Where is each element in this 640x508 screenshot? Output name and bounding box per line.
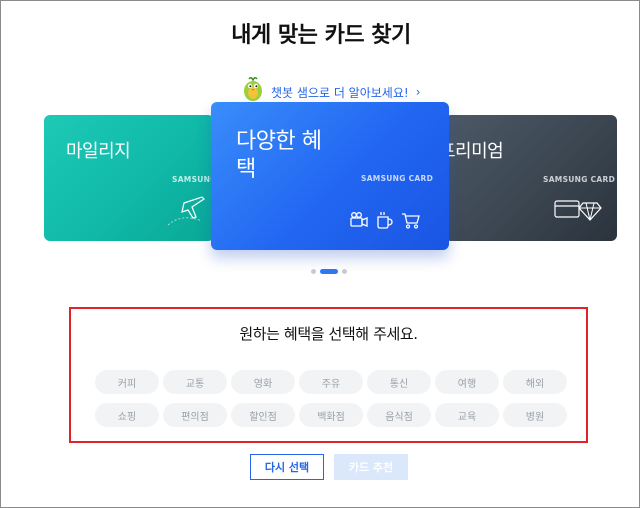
chatbot-mascot-icon: [244, 76, 262, 101]
carousel-indicator: [311, 269, 347, 274]
benefit-chip-discount-store[interactable]: 할인점: [231, 403, 295, 427]
movie-camera-icon: [350, 212, 368, 227]
card-name: 다양한 혜택: [236, 129, 322, 182]
recommend-card-button[interactable]: 카드 추천: [334, 454, 408, 480]
benefit-chip-telecom[interactable]: 통신: [367, 370, 431, 394]
benefit-chip-hospital[interactable]: 병원: [503, 403, 567, 427]
benefit-chip-travel[interactable]: 여행: [435, 370, 499, 394]
coffee-cup-icon: [377, 212, 393, 229]
benefit-chip-overseas[interactable]: 해외: [503, 370, 567, 394]
carousel-dot-active[interactable]: [320, 269, 338, 274]
chatbot-link-label: 챗봇 샘으로 더 알아보세요!: [271, 85, 409, 100]
carousel-dot[interactable]: [342, 269, 347, 274]
benefit-chip-transport[interactable]: 교통: [163, 370, 227, 394]
benefit-select-title: 원하는 혜택을 선택해 주세요.: [239, 325, 418, 343]
card-premium[interactable]: 프리미엄 SAMSUNG CARD: [445, 115, 617, 241]
card-diamond-icon: [554, 200, 602, 221]
card-name: 프리미엄: [445, 141, 504, 162]
chevron-right-icon: ›: [415, 85, 421, 99]
benefit-chip-movie[interactable]: 영화: [231, 370, 295, 394]
card-brand: SAMSUNG CARD: [361, 174, 434, 183]
benefit-chip-education[interactable]: 교육: [435, 403, 499, 427]
benefit-select-panel: 원하는 혜택을 선택해 주세요. 커피 교통 영화 주유 통신 여행 해외 쇼핑…: [69, 307, 588, 443]
benefit-chip-shopping[interactable]: 쇼핑: [95, 403, 159, 427]
shopping-cart-icon: [402, 213, 420, 229]
card-brand: SAMSUNG CARD: [543, 175, 616, 184]
carousel-dot[interactable]: [311, 269, 316, 274]
card-mileage[interactable]: 마일리지 SAMSUNG C: [44, 115, 214, 241]
page-title: 내게 맞는 카드 찾기: [231, 23, 411, 48]
benefit-chip-restaurant[interactable]: 음식점: [367, 403, 431, 427]
benefit-chip-coffee[interactable]: 커피: [95, 370, 159, 394]
benefit-chip-convenience-store[interactable]: 편의점: [163, 403, 227, 427]
benefit-chip-fuel[interactable]: 주유: [299, 370, 363, 394]
reset-button[interactable]: 다시 선택: [250, 454, 324, 480]
airplane-icon: [167, 196, 205, 226]
card-brand: SAMSUNG C: [172, 175, 214, 184]
benefit-chip-department-store[interactable]: 백화점: [299, 403, 363, 427]
card-name: 마일리지: [66, 141, 131, 162]
card-various-benefits[interactable]: 다양한 혜택 SAMSUNG CARD: [211, 102, 449, 250]
